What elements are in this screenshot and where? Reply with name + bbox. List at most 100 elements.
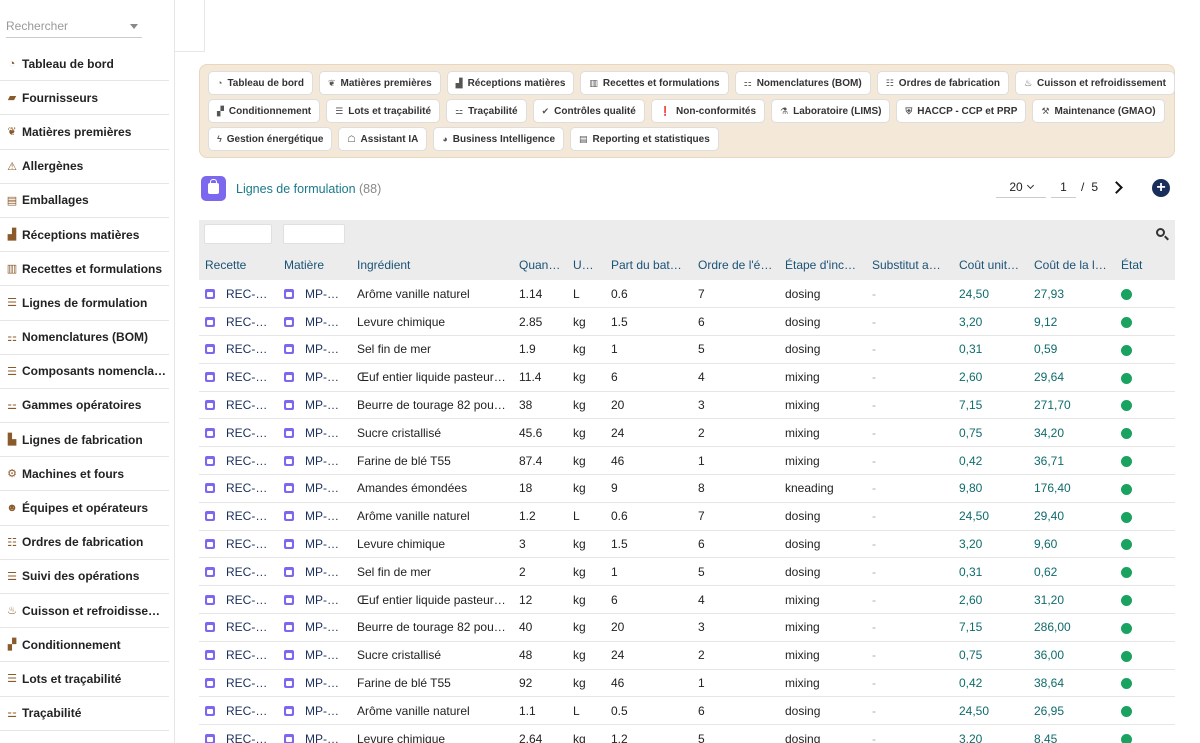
table-row[interactable]: REC-012 MP-001 Farine de blé T55 87.4 kg 46 1 m… [199, 446, 1175, 476]
page-size-select[interactable]: 20 [996, 176, 1046, 198]
table-row[interactable]: REC-011 MP-003 Sucre cristallisé 48 kg 24 2 mix… [199, 641, 1175, 670]
sidebar-item-lignes-de-fabrication[interactable]: ▙ Lignes de fabrication [0, 423, 169, 458]
material-link[interactable]: MP-006 [278, 307, 351, 337]
sidebar-item-lignes-de-formulation[interactable]: ☰ Lignes de formulation [0, 286, 169, 321]
column-header[interactable]: Substitut autorisé [866, 250, 953, 280]
filter-matiere-input[interactable] [283, 224, 345, 244]
column-header[interactable]: État [1115, 250, 1175, 280]
table-row[interactable]: REC-012 MP-006 Levure chimique 2.85 kg 1.5 6 do… [199, 307, 1175, 337]
material-link[interactable]: MP-006 [278, 724, 351, 743]
sidebar-search[interactable] [6, 16, 142, 38]
recipe-link[interactable]: REC-011 [199, 641, 278, 670]
module-chip[interactable]: ◔ Tableau de bord [208, 71, 313, 95]
module-chip[interactable]: ▟ Réceptions matières [446, 71, 575, 95]
material-link[interactable]: MP-013 [278, 363, 351, 392]
recipe-link[interactable]: REC-012 [199, 418, 278, 448]
table-row[interactable]: REC-011 MP-006 Levure chimique 3 kg 1.5 6 dosin… [199, 530, 1175, 559]
recipe-link[interactable]: REC-011 [199, 669, 278, 698]
table-row[interactable]: REC-012 MP-007 Beurre de tourage 82 pource… [199, 391, 1175, 420]
recipe-link[interactable]: REC-011 [199, 613, 278, 642]
material-link[interactable]: MP-005 [278, 335, 351, 364]
material-link[interactable]: MP-007 [278, 613, 351, 642]
module-chip[interactable]: ❦ Matières premières [318, 71, 441, 95]
material-link[interactable]: MP-006 [278, 530, 351, 559]
sidebar-item-ordres-de-fabrication[interactable]: ☷ Ordres de fabrication [0, 526, 169, 560]
module-chip[interactable]: ♨ Cuisson et refroidissement [1014, 71, 1175, 95]
column-header[interactable]: Ordre de l'étape [692, 250, 779, 280]
sidebar-item-cuisson-et-refroidissement[interactable]: ♨ Cuisson et refroidissement [0, 594, 169, 629]
sidebar-item-tableau-de-bord[interactable]: ◔ Tableau de bord [0, 47, 169, 82]
recipe-link[interactable]: REC-010 [199, 696, 278, 726]
module-chip[interactable]: ⛨ HACCP - CCP et PRP [896, 99, 1027, 123]
sidebar-item-machines-et-fours[interactable]: ⚙ Machines et fours [0, 457, 169, 492]
table-row[interactable]: REC-010 MP-017 Arôme vanille naturel 1.1 L 0.… [199, 696, 1175, 726]
sidebar-item-matieres-premieres[interactable]: ❦ Matières premières [0, 115, 169, 150]
recipe-link[interactable]: REC-011 [199, 502, 278, 531]
column-header[interactable]: Coût de la ligne [1028, 250, 1115, 280]
material-link[interactable]: MP-005 [278, 557, 351, 587]
recipe-link[interactable]: REC-011 [199, 530, 278, 559]
module-chip[interactable]: ⚗ Laboratoire (LIMS) [771, 99, 891, 123]
column-header[interactable]: Recette [199, 250, 278, 280]
table-row[interactable]: REC-011 MP-001 Farine de blé T55 92 kg 46 1 mix… [199, 669, 1175, 698]
recipe-link[interactable]: REC-012 [199, 280, 278, 309]
chevron-right-icon[interactable] [1110, 180, 1123, 194]
material-link[interactable]: MP-001 [278, 669, 351, 698]
recipe-link[interactable]: REC-012 [199, 391, 278, 420]
column-header[interactable]: Quantité [513, 250, 567, 280]
add-record-button[interactable]: + [1152, 179, 1170, 197]
column-header[interactable]: Matière [278, 250, 351, 280]
page-input[interactable]: 1 [1051, 176, 1076, 198]
module-chip[interactable]: ϟ Gestion énergétique [208, 127, 333, 151]
table-row[interactable]: REC-011 MP-014 Amandes émondées 18 kg 9 8 knead… [199, 474, 1175, 503]
sidebar-item-emballages[interactable]: ▤ Emballages [0, 184, 169, 218]
module-chip[interactable]: ⚏ Nomenclatures (BOM) [734, 71, 871, 95]
module-chip[interactable]: ▥ Recettes et formulations [580, 71, 729, 95]
material-link[interactable]: MP-007 [278, 391, 351, 420]
recipe-link[interactable]: REC-010 [199, 724, 278, 743]
column-header[interactable]: Part du batch (%) [605, 250, 692, 280]
material-link[interactable]: MP-013 [278, 585, 351, 615]
module-chip[interactable]: ⚍ Traçabilité [446, 99, 527, 123]
recipe-link[interactable]: REC-012 [199, 307, 278, 337]
sidebar-item-lots-et-tracabilite[interactable]: ☰ Lots et traçabilité [0, 662, 169, 697]
table-row[interactable]: REC-012 MP-005 Sel fin de mer 1.9 kg 1 5 dosing… [199, 335, 1175, 364]
material-link[interactable]: MP-003 [278, 418, 351, 448]
sidebar-item-composants-nomenclature[interactable]: ☰ Composants nomenclature [0, 355, 169, 389]
search-input[interactable] [6, 16, 126, 33]
module-chip[interactable]: ▤ Reporting et statistiques [570, 127, 719, 151]
module-chip[interactable]: ☖ Assistant IA [338, 127, 428, 151]
sidebar-item-tracabilite[interactable]: ⚍ Traçabilité [0, 697, 169, 731]
sidebar-item-fournisseurs[interactable]: ▰ Fournisseurs [0, 81, 169, 116]
column-header[interactable]: Ingrédient [351, 250, 513, 280]
table-row[interactable]: REC-012 MP-017 Arôme vanille naturel 1.14 L 0… [199, 280, 1175, 309]
recipe-link[interactable]: REC-012 [199, 446, 278, 476]
module-chip[interactable]: ☰ Lots et traçabilité [326, 99, 441, 123]
sidebar-item-suivi-des-operations[interactable]: ☰ Suivi des opérations [0, 560, 169, 594]
material-link[interactable]: MP-003 [278, 641, 351, 670]
filter-recette-input[interactable] [204, 224, 272, 244]
sidebar-item-equipes-et-operateurs[interactable]: ☻ Équipes et opérateurs [0, 491, 169, 526]
table-row[interactable]: REC-011 MP-017 Arôme vanille naturel 1.2 L 0.… [199, 502, 1175, 531]
sidebar-item-conditionnement[interactable]: ▞ Conditionnement [0, 628, 169, 663]
column-header[interactable]: Unité [567, 250, 605, 280]
table-row[interactable]: REC-012 MP-013 Œuf entier liquide pasteuri… [199, 363, 1175, 392]
recipe-link[interactable]: REC-011 [199, 585, 278, 615]
recipe-link[interactable]: REC-011 [199, 474, 278, 503]
sidebar-item-recettes-et-formulations[interactable]: ▥ Recettes et formulations [0, 252, 169, 287]
sidebar-item-gammes-operatoires[interactable]: ⚍ Gammes opératoires [0, 389, 169, 424]
material-link[interactable]: MP-014 [278, 474, 351, 503]
module-chip[interactable]: ⚒ Maintenance (GMAO) [1032, 99, 1165, 123]
module-chip[interactable]: ☷ Ordres de fabrication [876, 71, 1009, 95]
search-icon[interactable] [1156, 228, 1165, 237]
table-row[interactable]: REC-012 MP-003 Sucre cristallisé 45.6 kg 24 2 m… [199, 418, 1175, 448]
material-link[interactable]: MP-017 [278, 280, 351, 309]
module-chip[interactable]: ✔ Contrôles qualité [532, 99, 645, 123]
recipe-link[interactable]: REC-012 [199, 335, 278, 364]
chevron-down-icon[interactable] [130, 24, 138, 29]
recipe-link[interactable]: REC-011 [199, 557, 278, 587]
module-chip[interactable]: ▞ Conditionnement [208, 99, 321, 123]
module-chip[interactable]: ❗ Non-conformités [650, 99, 766, 123]
table-row[interactable]: REC-010 MP-006 Levure chimique 2.64 kg 1.2 5 do… [199, 724, 1175, 743]
material-link[interactable]: MP-017 [278, 502, 351, 531]
